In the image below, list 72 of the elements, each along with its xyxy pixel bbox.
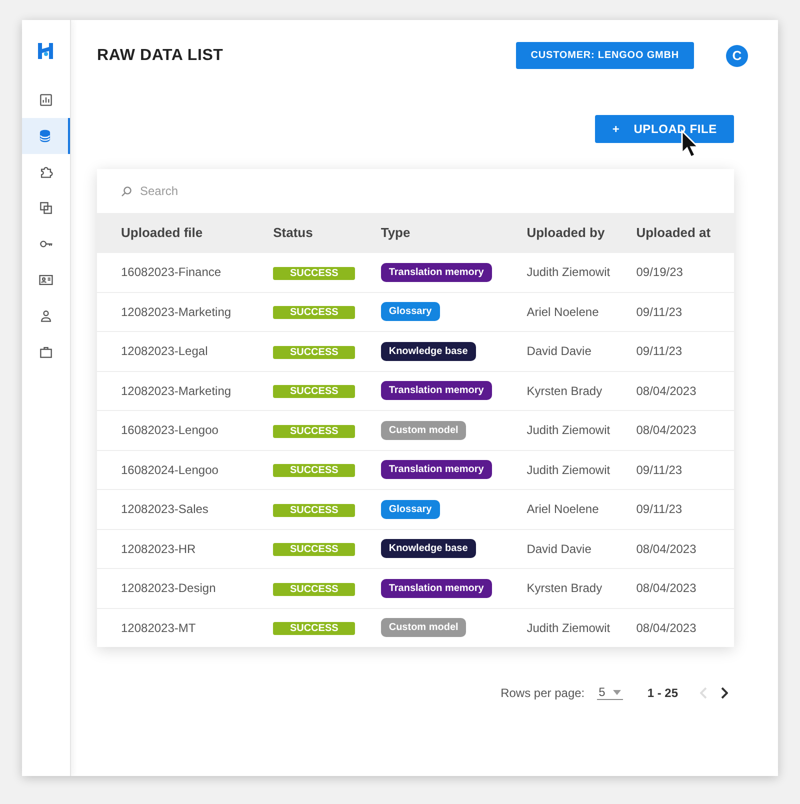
user-icon: [38, 308, 54, 324]
database-icon: [37, 128, 53, 144]
table-cell: 16082023-Lengoo: [121, 423, 218, 438]
status-badge: SUCCESS: [273, 582, 356, 596]
status-badge: SUCCESS: [273, 385, 356, 398]
table-cell: Kyrsten Brady: [526, 581, 602, 596]
status-badge: SUCCESS: [273, 306, 356, 320]
table-cell: 12082023-Legal: [121, 344, 208, 358]
table-cell: 16082023-Finance: [121, 265, 222, 280]
customer-button[interactable]: CUSTOMER: LENGOO GMBH: [516, 42, 694, 69]
table-cell: 08/04/2023: [636, 423, 696, 438]
table-cell: Kyrsten Brady: [526, 384, 602, 398]
type-tag: Glossary: [380, 302, 440, 322]
rows-per-page-select[interactable]: 5: [596, 685, 624, 700]
type-tag: Translation memory: [380, 381, 492, 400]
table-cell: 08/04/2023: [636, 581, 696, 596]
status-badge: SUCCESS: [273, 504, 356, 517]
table-cell: 09/11/23: [636, 502, 682, 516]
status-badge: SUCCESS: [273, 543, 356, 556]
table-cell: Judith Ziemowit: [526, 620, 610, 635]
status-badge: SUCCESS: [273, 424, 356, 438]
table-cell: 12082023-Design: [121, 581, 216, 596]
table-cell: 09/19/23: [636, 265, 683, 280]
page-range: 1 - 25: [647, 686, 678, 700]
table-cell: 08/04/2023: [636, 620, 696, 635]
status-badge: SUCCESS: [273, 464, 356, 478]
status-badge: SUCCESS: [273, 622, 356, 636]
table-cell: Judith Ziemowit: [526, 265, 610, 280]
table-cell: 12082023-Marketing: [121, 304, 232, 319]
avatar[interactable]: C: [726, 44, 748, 66]
type-tag: Glossary: [380, 500, 440, 519]
chart-icon: [38, 92, 54, 108]
table-cell: David Davie: [526, 542, 592, 556]
page-title: RAW DATA LIST: [97, 46, 224, 64]
puzzle-icon: [38, 164, 54, 180]
rows-per-page-label: Rows per page:: [500, 686, 585, 700]
table-cell: 12082023-HR: [121, 542, 196, 556]
table-cell: 08/04/2023: [636, 384, 696, 398]
table-cell: 12082023-Sales: [121, 502, 208, 516]
chevron-right-icon: [720, 686, 728, 698]
table-cell: 12082023-MT: [121, 620, 196, 635]
table-cell: David Davie: [526, 344, 592, 358]
table-cell: Judith Ziemowit: [526, 423, 610, 438]
card-icon: [38, 272, 54, 288]
copy-icon: [38, 200, 54, 216]
type-tag: Custom model: [380, 618, 466, 638]
dropdown-icon: [613, 690, 622, 694]
table-cell: 12082023-Marketing: [121, 384, 232, 398]
status-badge: SUCCESS: [273, 346, 356, 359]
type-tag: Custom model: [380, 420, 466, 440]
table-cell: 09/11/23: [636, 344, 682, 358]
table-cell: Ariel Noelene: [526, 502, 599, 516]
table-cell: Judith Ziemowit: [526, 462, 610, 477]
upload-button[interactable]: + UPLOAD FILE: [595, 115, 734, 143]
column-header[interactable]: Type: [380, 225, 410, 240]
column-header[interactable]: Status: [273, 225, 313, 240]
briefcase-icon: [38, 344, 54, 360]
type-tag: Translation memory: [380, 460, 492, 480]
type-tag: Knowledge base: [380, 342, 476, 361]
table-cell: 08/04/2023: [636, 542, 696, 556]
status-badge: SUCCESS: [273, 266, 356, 280]
search-icon: [121, 186, 132, 196]
type-tag: Translation memory: [380, 262, 492, 282]
sidebar-item[interactable]: [22, 118, 70, 154]
table-cell: Ariel Noelene: [526, 304, 599, 319]
type-tag: Knowledge base: [380, 539, 476, 558]
type-tag: Translation memory: [380, 578, 492, 598]
table-cell: 16082024-Lengoo: [121, 462, 218, 477]
chevron-left-icon: [700, 686, 708, 698]
table-cell: 09/11/23: [636, 304, 682, 319]
column-header[interactable]: Uploaded file: [121, 225, 203, 240]
table-cell: 09/11/23: [636, 462, 682, 477]
